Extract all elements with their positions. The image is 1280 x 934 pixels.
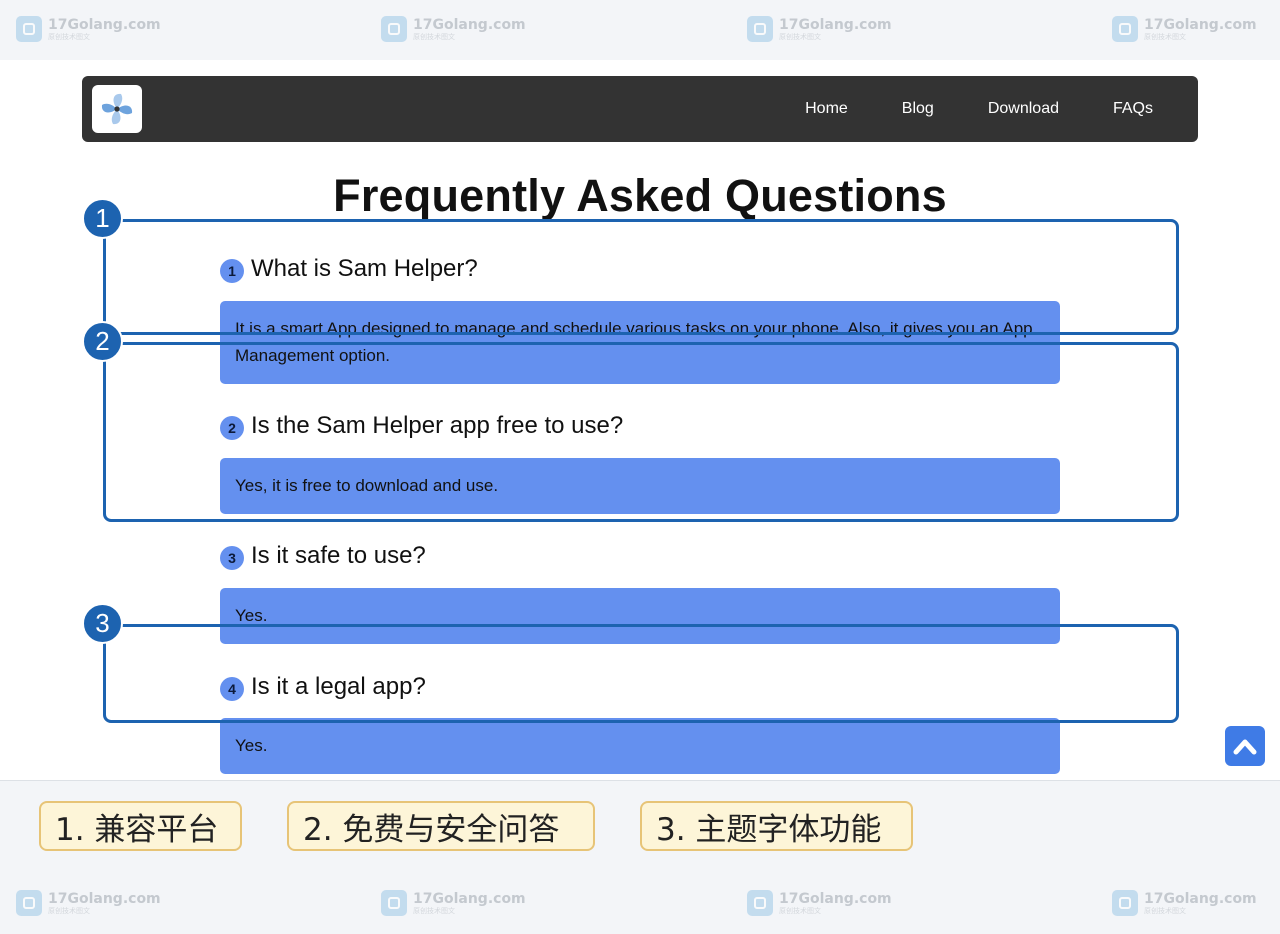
watermark: 17Golang.com 原创技术图文 (747, 16, 892, 42)
legend-tag-2: 2. 免费与安全问答 (287, 801, 595, 851)
annotation-box-3 (103, 624, 1179, 723)
page-title: Frequently Asked Questions (333, 170, 947, 221)
nav-link-download[interactable]: Download (988, 100, 1059, 118)
watermark: 17Golang.com 原创技术图文 (747, 890, 892, 916)
annotation-badge-3: 3 (82, 603, 123, 644)
annotation-box-1 (103, 219, 1179, 335)
watermark-logo-icon (381, 890, 407, 916)
watermark: 17Golang.com 原创技术图文 (381, 16, 526, 42)
faq-answer: Yes. (220, 718, 1060, 774)
pinwheel-logo-icon[interactable] (92, 85, 142, 133)
watermark-site: 17Golang.com (779, 16, 892, 33)
legend-tag-3: 3. 主题字体功能 (640, 801, 913, 851)
watermark-site: 17Golang.com (413, 16, 526, 33)
nav-link-faqs[interactable]: FAQs (1113, 100, 1153, 118)
question-text: Is it safe to use? (251, 542, 426, 569)
pinwheel-logo-graphic (101, 93, 133, 125)
watermark-logo-icon (1112, 16, 1138, 42)
watermark-tagline: 原创技术图文 (1144, 32, 1186, 41)
watermark: 17Golang.com 原创技术图文 (16, 890, 161, 916)
nav-link-blog[interactable]: Blog (902, 100, 934, 118)
watermark-site: 17Golang.com (779, 890, 892, 907)
nav-links: Home Blog Download FAQs (778, 76, 1180, 142)
question-number-badge: 3 (220, 546, 244, 570)
watermark-tagline: 原创技术图文 (413, 906, 455, 915)
watermark-site: 17Golang.com (1144, 16, 1257, 33)
watermark-logo-icon (381, 16, 407, 42)
watermark-tagline: 原创技术图文 (779, 906, 821, 915)
nav-link-home[interactable]: Home (805, 100, 848, 118)
annotation-badge-2: 2 (82, 321, 123, 362)
watermark-tagline: 原创技术图文 (779, 32, 821, 41)
watermark-band-bottom: 17Golang.com 原创技术图文 17Golang.com 原创技术图文 17… (0, 874, 1280, 934)
watermark-logo-icon (747, 890, 773, 916)
annotation-badge-1: 1 (82, 198, 123, 239)
watermark-tagline: 原创技术图文 (48, 32, 90, 41)
watermark-tagline: 原创技术图文 (48, 906, 90, 915)
watermark-logo-icon (1112, 890, 1138, 916)
watermark-band-top: 17Golang.com 原创技术图文 17Golang.com 原创技术图文 17… (0, 0, 1280, 60)
navbar: Home Blog Download FAQs (82, 76, 1198, 142)
watermark-tagline: 原创技术图文 (413, 32, 455, 41)
watermark: 17Golang.com 原创技术图文 (16, 16, 161, 42)
chevron-up-icon (1233, 739, 1257, 755)
watermark-site: 17Golang.com (1144, 890, 1257, 907)
annotation-box-2 (103, 342, 1179, 522)
watermark-logo-icon (16, 16, 42, 42)
faq-question[interactable]: 3 Is it safe to use? (220, 542, 426, 570)
watermark-site: 17Golang.com (413, 890, 526, 907)
annotation-legend: 1. 兼容平台 2. 免费与安全问答 3. 主题字体功能 (0, 780, 1280, 875)
legend-tag-1: 1. 兼容平台 (39, 801, 242, 851)
watermark-site: 17Golang.com (48, 16, 161, 33)
watermark-tagline: 原创技术图文 (1144, 906, 1186, 915)
watermark: 17Golang.com 原创技术图文 (1112, 16, 1257, 42)
watermark-site: 17Golang.com (48, 890, 161, 907)
watermark-logo-icon (16, 890, 42, 916)
scroll-to-top-button[interactable] (1225, 726, 1265, 766)
watermark-logo-icon (747, 16, 773, 42)
watermark: 17Golang.com 原创技术图文 (381, 890, 526, 916)
watermark: 17Golang.com 原创技术图文 (1112, 890, 1257, 916)
